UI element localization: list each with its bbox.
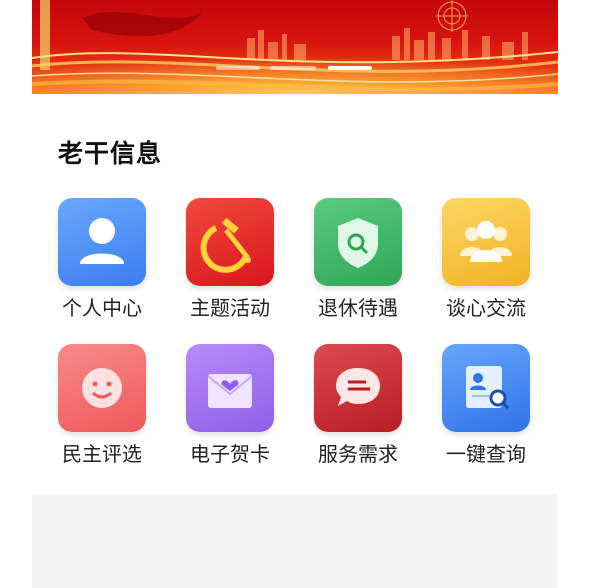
- menu-item-democratic-evaluation[interactable]: 民主评选: [42, 344, 162, 467]
- info-card: 老干信息 个人中心 主题活动 退休待遇 谈心交流 民主评选 电子贺卡 服务需求 …: [32, 94, 558, 494]
- menu-item-service-request[interactable]: 服务需求: [298, 344, 418, 467]
- group-icon: [442, 198, 530, 286]
- menu-label: 主题活动: [190, 296, 270, 320]
- banner-artwork: [32, 0, 558, 94]
- hammer-sickle-icon: [186, 198, 274, 286]
- menu-item-heart-talk[interactable]: 谈心交流: [426, 198, 546, 321]
- menu-item-personal-center[interactable]: 个人中心: [42, 198, 162, 321]
- menu-label: 一键查询: [446, 442, 526, 466]
- banner-carousel[interactable]: [32, 0, 558, 94]
- section-title: 老干信息: [58, 139, 163, 168]
- menu-label: 民主评选: [62, 442, 142, 466]
- carousel-dot[interactable]: [270, 66, 316, 70]
- menu-item-theme-activities[interactable]: 主题活动: [170, 198, 290, 321]
- menu-label: 退休待遇: [318, 296, 398, 320]
- profile-search-icon: [442, 344, 530, 432]
- menu-label: 服务需求: [318, 442, 398, 466]
- shield-search-icon: [314, 198, 402, 286]
- envelope-heart-icon: [186, 344, 274, 432]
- menu-label: 电子贺卡: [190, 442, 270, 466]
- menu-item-retirement-benefits[interactable]: 退休待遇: [298, 198, 418, 321]
- menu-item-quick-query[interactable]: 一键查询: [426, 344, 546, 467]
- smiley-icon: [58, 344, 146, 432]
- carousel-indicators: [32, 64, 558, 72]
- menu-item-greeting-card[interactable]: 电子贺卡: [170, 344, 290, 467]
- user-icon: [58, 198, 146, 286]
- content-placeholder: [32, 494, 558, 588]
- menu-label: 谈心交流: [446, 296, 526, 320]
- carousel-dot[interactable]: [216, 66, 260, 70]
- menu-label: 个人中心: [62, 296, 142, 320]
- chat-bubble-icon: [314, 344, 402, 432]
- carousel-dot-active[interactable]: [328, 66, 372, 70]
